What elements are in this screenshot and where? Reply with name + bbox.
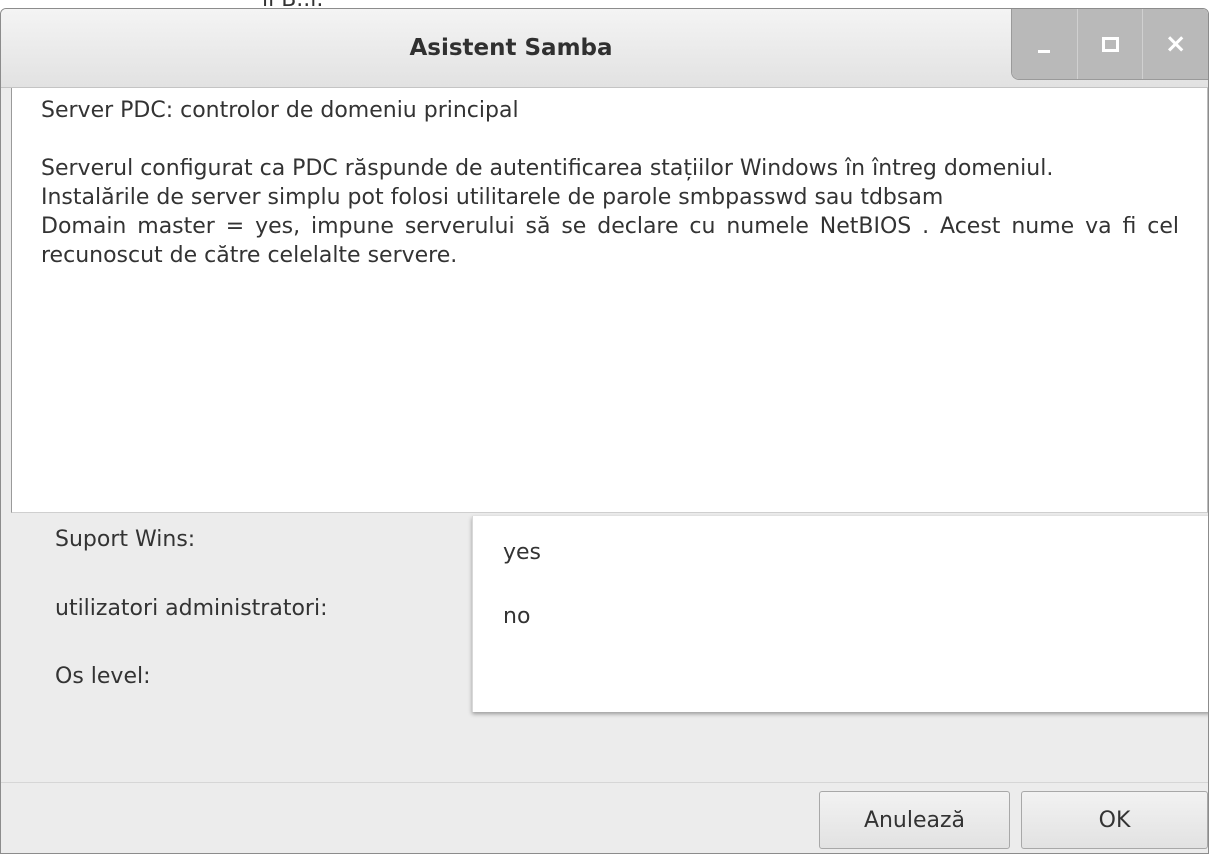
maximize-icon [1101,36,1119,52]
title-bar[interactable]: Asistent Samba × [1,9,1208,88]
os-level-label: Os level: [55,664,151,689]
admin-users-label: utilizatori administratori: [55,596,328,621]
close-icon: × [1164,29,1187,59]
description-line-passwords: Instalările de server simplu pot folosi … [41,185,944,210]
description-line-pdc: Serverul configurat ca PDC răspunde de a… [41,156,1054,181]
values-list[interactable]: yes no [472,516,1208,712]
window-controls: × [1011,9,1208,80]
description-panel: Server PDC: controlor de domeniu princip… [11,88,1208,513]
cancel-button[interactable]: Anulează [819,791,1010,849]
close-button[interactable]: × [1142,9,1208,79]
wins-support-value[interactable]: yes [503,540,541,565]
window-title: Asistent Samba [409,35,613,61]
description-line-domain-master: Domain master = yes, impune serverului s… [41,214,1179,268]
minimize-icon [1038,49,1051,53]
admin-users-value[interactable]: no [503,604,530,629]
maximize-button[interactable] [1076,9,1143,79]
button-separator [1,782,1208,783]
minimize-button[interactable] [1012,9,1077,79]
ok-button[interactable]: OK [1021,791,1208,849]
samba-wizard-window: Asistent Samba × Server PDC: controlor d… [0,8,1209,854]
description-heading: Server PDC: controlor de domeniu princip… [41,98,519,123]
wins-support-label: Suport Wins: [55,527,196,552]
